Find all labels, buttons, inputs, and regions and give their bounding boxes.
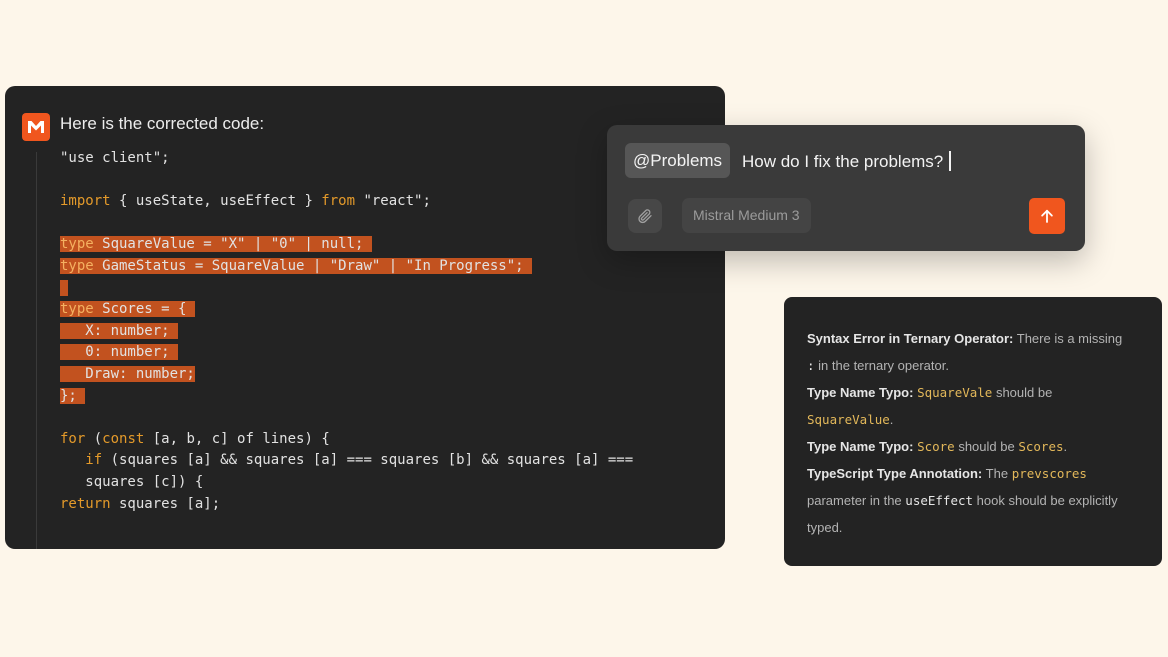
code-line: return squares [a];	[60, 495, 221, 512]
problem-code: useEffect	[905, 493, 974, 508]
message-text: How do I fix the problems?	[742, 152, 944, 171]
problem-text: There is a missing	[1016, 331, 1123, 346]
problem-text: should be	[995, 385, 1053, 400]
problems-panel: Syntax Error in Ternary Operator: There …	[784, 297, 1162, 566]
code-line: if (squares [a] && squares [a] === squar…	[85, 452, 634, 469]
thread-divider	[36, 152, 37, 549]
code-line-highlighted: 0: number;	[60, 344, 179, 361]
problem-title: Type Name Typo:	[807, 385, 914, 400]
response-intro: Here is the corrected code:	[60, 114, 265, 133]
problem-text: .	[1063, 439, 1068, 454]
code-line-highlighted: type Scores = {	[60, 301, 195, 318]
code-line-highlighted	[60, 278, 705, 300]
problem-item: Type Name Typo: SquareVale should be Squ…	[807, 379, 1142, 433]
problem-text: The	[985, 466, 1009, 481]
code-line-highlighted: };	[60, 387, 86, 404]
problem-item: TypeScript Type Annotation: The prevscor…	[807, 460, 1142, 541]
problem-code: SquareVale	[917, 385, 993, 400]
problem-code: prevscores	[1011, 466, 1087, 481]
problem-text: should be	[958, 439, 1015, 454]
problem-code: SquareValue	[807, 412, 890, 427]
stage: Here is the corrected code: "use client"…	[0, 0, 1168, 657]
problem-title: TypeScript Type Annotation:	[807, 466, 983, 481]
attach-button[interactable]	[628, 199, 662, 233]
message-input[interactable]: How do I fix the problems?	[742, 151, 951, 172]
text-caret	[949, 151, 951, 171]
problem-item: Syntax Error in Ternary Operator: There …	[807, 325, 1142, 379]
problem-title: Syntax Error in Ternary Operator:	[807, 331, 1014, 346]
problem-title: Type Name Typo:	[807, 439, 914, 454]
problem-item: Type Name Typo: Score should be Scores.	[807, 433, 1142, 460]
problem-text: .	[889, 412, 894, 427]
problem-text: parameter in the	[807, 493, 902, 508]
chat-input-box: @Problems How do I fix the problems? Mis…	[607, 125, 1085, 251]
problems-mention-chip[interactable]: @Problems	[625, 143, 731, 178]
code-line: squares [c]) {	[60, 473, 204, 490]
problem-code: Scores	[1018, 439, 1064, 454]
code-line-highlighted: type GameStatus = SquareValue | "Draw" |…	[60, 257, 533, 274]
arrow-up-icon	[1041, 209, 1053, 223]
problem-code: :	[807, 358, 815, 373]
code-line: for (const [a, b, c] of lines) {	[60, 430, 330, 447]
mistral-logo-icon	[22, 113, 50, 141]
paperclip-icon	[638, 209, 652, 224]
problem-text: in the ternary operator.	[818, 358, 949, 373]
model-selector[interactable]: Mistral Medium 3	[682, 198, 811, 233]
code-line-highlighted: Draw: number;	[60, 365, 195, 382]
send-button[interactable]	[1029, 198, 1065, 234]
problem-code: Score	[917, 439, 955, 454]
code-line-highlighted: X: number;	[60, 322, 179, 339]
